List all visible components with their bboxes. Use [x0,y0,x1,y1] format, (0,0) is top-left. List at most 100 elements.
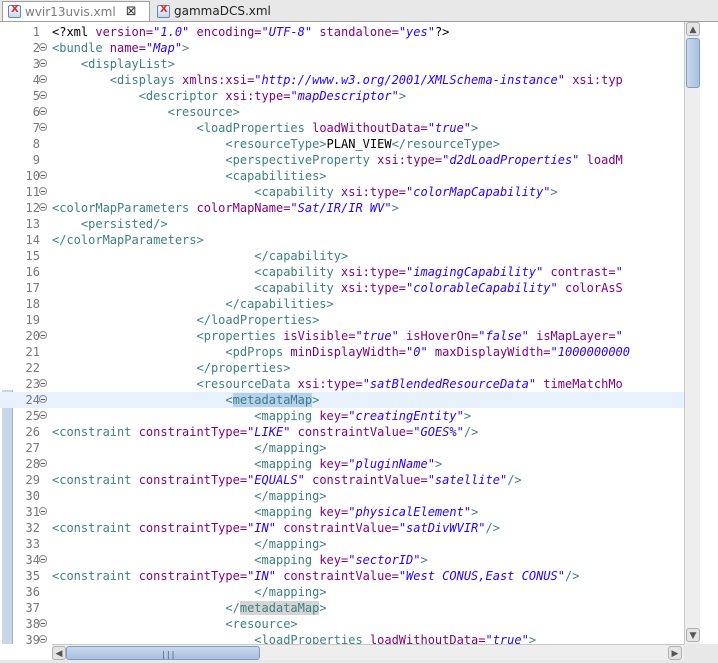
code-text: </colorMapParameters> [52,232,204,248]
code-token: </mapping> [254,441,327,455]
code-line[interactable]: 26 <constraint constraintType="LIKE" cons… [0,424,684,440]
code-text: <perspectiveProperty xsi:type="d2dLoadPr… [52,152,622,168]
code-line[interactable]: 6 <resource> [0,104,684,120]
code-line[interactable]: 31 <mapping key="physicalElement"> [0,504,684,520]
scroll-right-icon[interactable]: ▶ [668,646,682,660]
line-number: 10 [25,169,40,183]
code-token: "satBlendedResourceData" [362,377,537,391]
fold-collapse-icon[interactable] [39,91,47,99]
line-number: 9 [32,153,40,167]
code-line[interactable]: 16 <capability xsi:type="imagingCapabili… [0,264,684,280]
tab-title: wvir13uvis.xml [25,4,116,19]
scroll-down-icon[interactable]: ▼ [686,628,700,642]
code-token: <capability [254,185,341,199]
horizontal-scroll-thumb[interactable]: ||| [66,646,260,660]
code-token: <resource> [225,617,298,631]
xml-editor[interactable]: 1 <?xml version="1.0" encoding="UTF-8" st… [0,22,684,644]
code-line[interactable]: 12 <colorMapParameters colorMapName="Sat/… [0,200,684,216]
code-line[interactable]: 13 <persisted/> [0,216,684,232]
code-line[interactable]: 9 <perspectiveProperty xsi:type="d2dLoad… [0,152,684,168]
code-token: "d2dLoadProperties" [442,153,580,167]
code-token: "false" [478,329,529,343]
code-line[interactable]: 20 <properties isVisible="true" isHoverO… [0,328,684,344]
code-line[interactable]: 21 <pdProps minDisplayWidth="0" maxDispl… [0,344,684,360]
code-token: </properties> [196,361,291,375]
fold-collapse-icon[interactable] [39,43,47,51]
fold-collapse-icon[interactable] [39,459,47,467]
fold-collapse-icon[interactable] [39,203,47,211]
fold-collapse-icon[interactable] [39,619,47,627]
grip-icon: ||| [161,650,176,659]
code-line[interactable]: 38 <resource> [0,616,684,632]
tab-gammadcs[interactable]: gammaDCS.xml [152,1,302,21]
vertical-scroll-thumb[interactable] [686,38,700,88]
code-line[interactable]: 22 </properties> [0,360,684,376]
code-token: "mapDescriptor" [290,89,399,103]
code-token: "1.0" [153,25,190,39]
code-line[interactable]: 29 <constraint constraintType="EQUALS" co… [0,472,684,488]
code-line[interactable]: 32 <constraint constraintType="IN" constr… [0,520,684,536]
code-line[interactable]: 17 <capability xsi:type="colorableCapabi… [0,280,684,296]
scroll-up-icon[interactable]: ▲ [686,22,700,36]
scroll-left-icon[interactable]: ◀ [52,646,66,660]
code-token: < [225,393,233,407]
code-line[interactable]: 33 </mapping> [0,536,684,552]
fold-collapse-icon[interactable] [39,75,47,83]
code-line[interactable]: 10 <capabilities> [0,168,684,184]
code-line[interactable]: 25 <mapping key="creatingEntity"> [0,408,684,424]
horizontal-scrollbar[interactable]: ◀ ||| ▶ [52,644,684,661]
code-line[interactable]: 36 </mapping> [0,584,684,600]
code-line[interactable]: 4 <displays xmlns:xsi="http://www.w3.org… [0,72,684,88]
code-text: </mapping> [52,536,326,552]
code-line[interactable]: 2 <bundle name="Map"> [0,40,684,56]
code-line[interactable]: 14 </colorMapParameters> [0,232,684,248]
fold-collapse-icon[interactable] [39,555,47,563]
code-text: <capabilities> [52,168,326,184]
code-line[interactable]: 7 <loadProperties loadWithoutData="true"… [0,120,684,136]
code-line[interactable]: 23 <resourceData xsi:type="satBlendedRes… [0,376,684,392]
fold-collapse-icon[interactable] [39,635,47,643]
code-line[interactable]: 34 <mapping key="sectorID"> [0,552,684,568]
fold-collapse-icon[interactable] [39,123,47,131]
code-line[interactable]: 5 <descriptor xsi:type="mapDescriptor"> [0,88,684,104]
code-token: xsi:typ [564,73,623,87]
line-number: 38 [25,617,40,631]
code-line[interactable]: 1 <?xml version="1.0" encoding="UTF-8" st… [0,24,684,40]
fold-collapse-icon[interactable] [39,379,47,387]
code-line[interactable]: 37 </metadataMap> [0,600,684,616]
code-token: </loadProperties> [196,313,320,327]
code-line[interactable]: 35 <constraint constraintType="IN" constr… [0,568,684,584]
fold-collapse-icon[interactable] [39,107,47,115]
fold-collapse-icon[interactable] [39,411,47,419]
code-line[interactable]: 19 </loadProperties> [0,312,684,328]
code-line[interactable]: 30 </mapping> [0,488,684,504]
code-line[interactable]: 3 <displayList> [0,56,684,72]
code-token: "true" [485,633,529,644]
code-token: loadWithoutData= [312,121,428,135]
tab-wvir13uvis[interactable]: wvir13uvis.xml ⊠ [2,1,150,21]
code-line[interactable]: 24 <metadataMap> [0,392,684,408]
code-token: <displayList> [80,57,175,71]
code-line[interactable]: 15 </capability> [0,248,684,264]
fold-collapse-icon[interactable] [39,171,47,179]
code-line[interactable]: 8 <resourceType>PLAN_VIEW</resourceType> [0,136,684,152]
fold-collapse-icon[interactable] [39,187,47,195]
fold-collapse-icon[interactable] [39,59,47,67]
code-token: colorMapName= [196,201,291,215]
fold-collapse-icon[interactable] [39,395,47,403]
code-token: <bundle [52,41,110,55]
vertical-scrollbar[interactable]: ▲ ▼ [684,22,701,644]
fold-collapse-icon[interactable] [39,507,47,515]
code-line[interactable]: 28 <mapping key="pluginName"> [0,456,684,472]
code-line[interactable]: 11 <capability xsi:type="colorMapCapabil… [0,184,684,200]
code-line[interactable]: 18 </capabilities> [0,296,684,312]
code-text: </mapping> [52,584,326,600]
code-token: /> [564,569,580,583]
close-tab-icon[interactable]: ⊠ [126,4,137,19]
code-line[interactable]: 27 </mapping> [0,440,684,456]
code-line[interactable]: 39 <loadProperties loadWithoutData="true… [0,632,684,644]
fold-collapse-icon[interactable] [39,331,47,339]
